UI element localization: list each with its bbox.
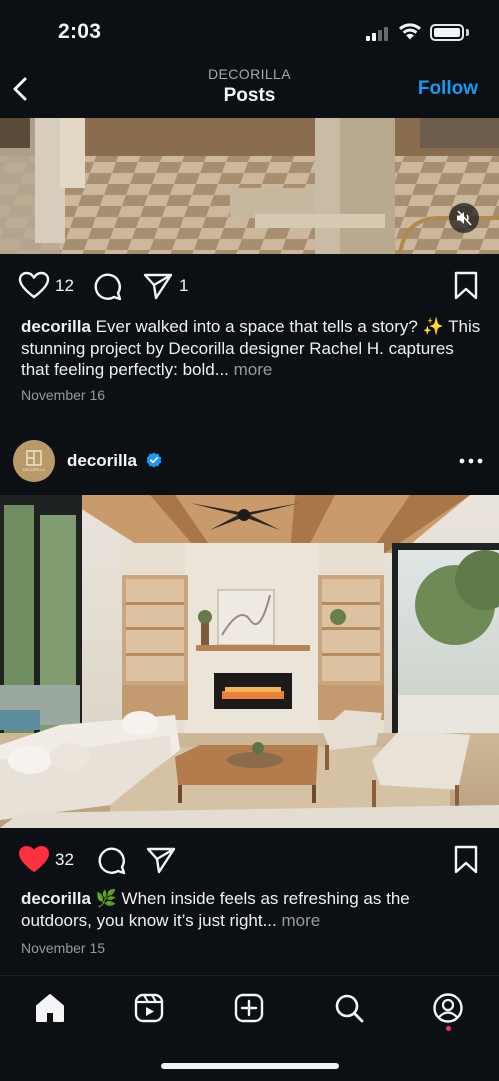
comment-icon[interactable]	[96, 845, 126, 875]
share-count: 1	[179, 276, 189, 295]
post-username[interactable]: decorilla	[67, 451, 137, 471]
save-bookmark-icon[interactable]	[453, 271, 479, 301]
post-2-date: November 15	[21, 940, 106, 956]
save-bookmark-icon[interactable]	[453, 845, 479, 875]
post-2-actions: 32	[0, 839, 499, 879]
like-count[interactable]: 32	[55, 850, 74, 870]
search-icon[interactable]	[332, 991, 366, 1025]
mute-toggle[interactable]	[449, 203, 479, 233]
create-icon[interactable]	[232, 991, 266, 1025]
status-bar: 2:03	[0, 0, 499, 62]
comment-icon[interactable]	[92, 271, 122, 301]
post-image-1[interactable]	[0, 118, 499, 254]
share-icon[interactable]	[143, 272, 173, 300]
post-image-2-art	[0, 495, 499, 828]
speaker-muted-icon	[457, 210, 472, 226]
caption-more-link[interactable]: more	[229, 360, 273, 379]
nav-header: DECORILLA Posts Follow	[0, 62, 499, 118]
post-2-header: DECORILLA decorilla	[0, 436, 499, 486]
decorilla-logo: DECORILLA	[13, 440, 55, 482]
post-image-2[interactable]	[0, 495, 499, 828]
caption-username[interactable]: decorilla	[21, 317, 91, 336]
post-1-date: November 16	[21, 387, 106, 403]
liked-heart-icon[interactable]	[18, 845, 50, 873]
profile-icon[interactable]	[431, 991, 465, 1025]
post-image-1-art	[0, 118, 499, 254]
svg-text:DECORILLA: DECORILLA	[23, 467, 46, 472]
follow-button[interactable]: Follow	[418, 78, 478, 100]
notification-dot	[446, 1026, 451, 1031]
battery-icon	[430, 24, 464, 41]
verified-badge-icon	[146, 452, 162, 468]
status-time: 2:03	[58, 20, 102, 43]
battery-nub	[466, 29, 469, 36]
share-icon[interactable]	[146, 846, 176, 874]
more-options-icon[interactable]	[459, 458, 483, 464]
caption-more-link[interactable]: more	[277, 911, 320, 930]
like-count[interactable]: 12	[55, 276, 74, 296]
avatar[interactable]: DECORILLA	[13, 440, 55, 482]
post-1-caption[interactable]: decorilla Ever walked into a space that …	[21, 316, 481, 381]
home-indicator[interactable]	[161, 1063, 339, 1069]
post-1-actions: 12 1	[0, 265, 499, 305]
like-heart-icon[interactable]	[18, 271, 50, 299]
reels-icon[interactable]	[132, 991, 166, 1025]
wifi-icon	[399, 23, 421, 40]
caption-username[interactable]: decorilla	[21, 889, 91, 908]
home-icon[interactable]	[33, 991, 67, 1025]
signal-icon	[366, 27, 392, 41]
post-2-caption[interactable]: decorilla 🌿 When inside feels as refresh…	[21, 888, 481, 931]
